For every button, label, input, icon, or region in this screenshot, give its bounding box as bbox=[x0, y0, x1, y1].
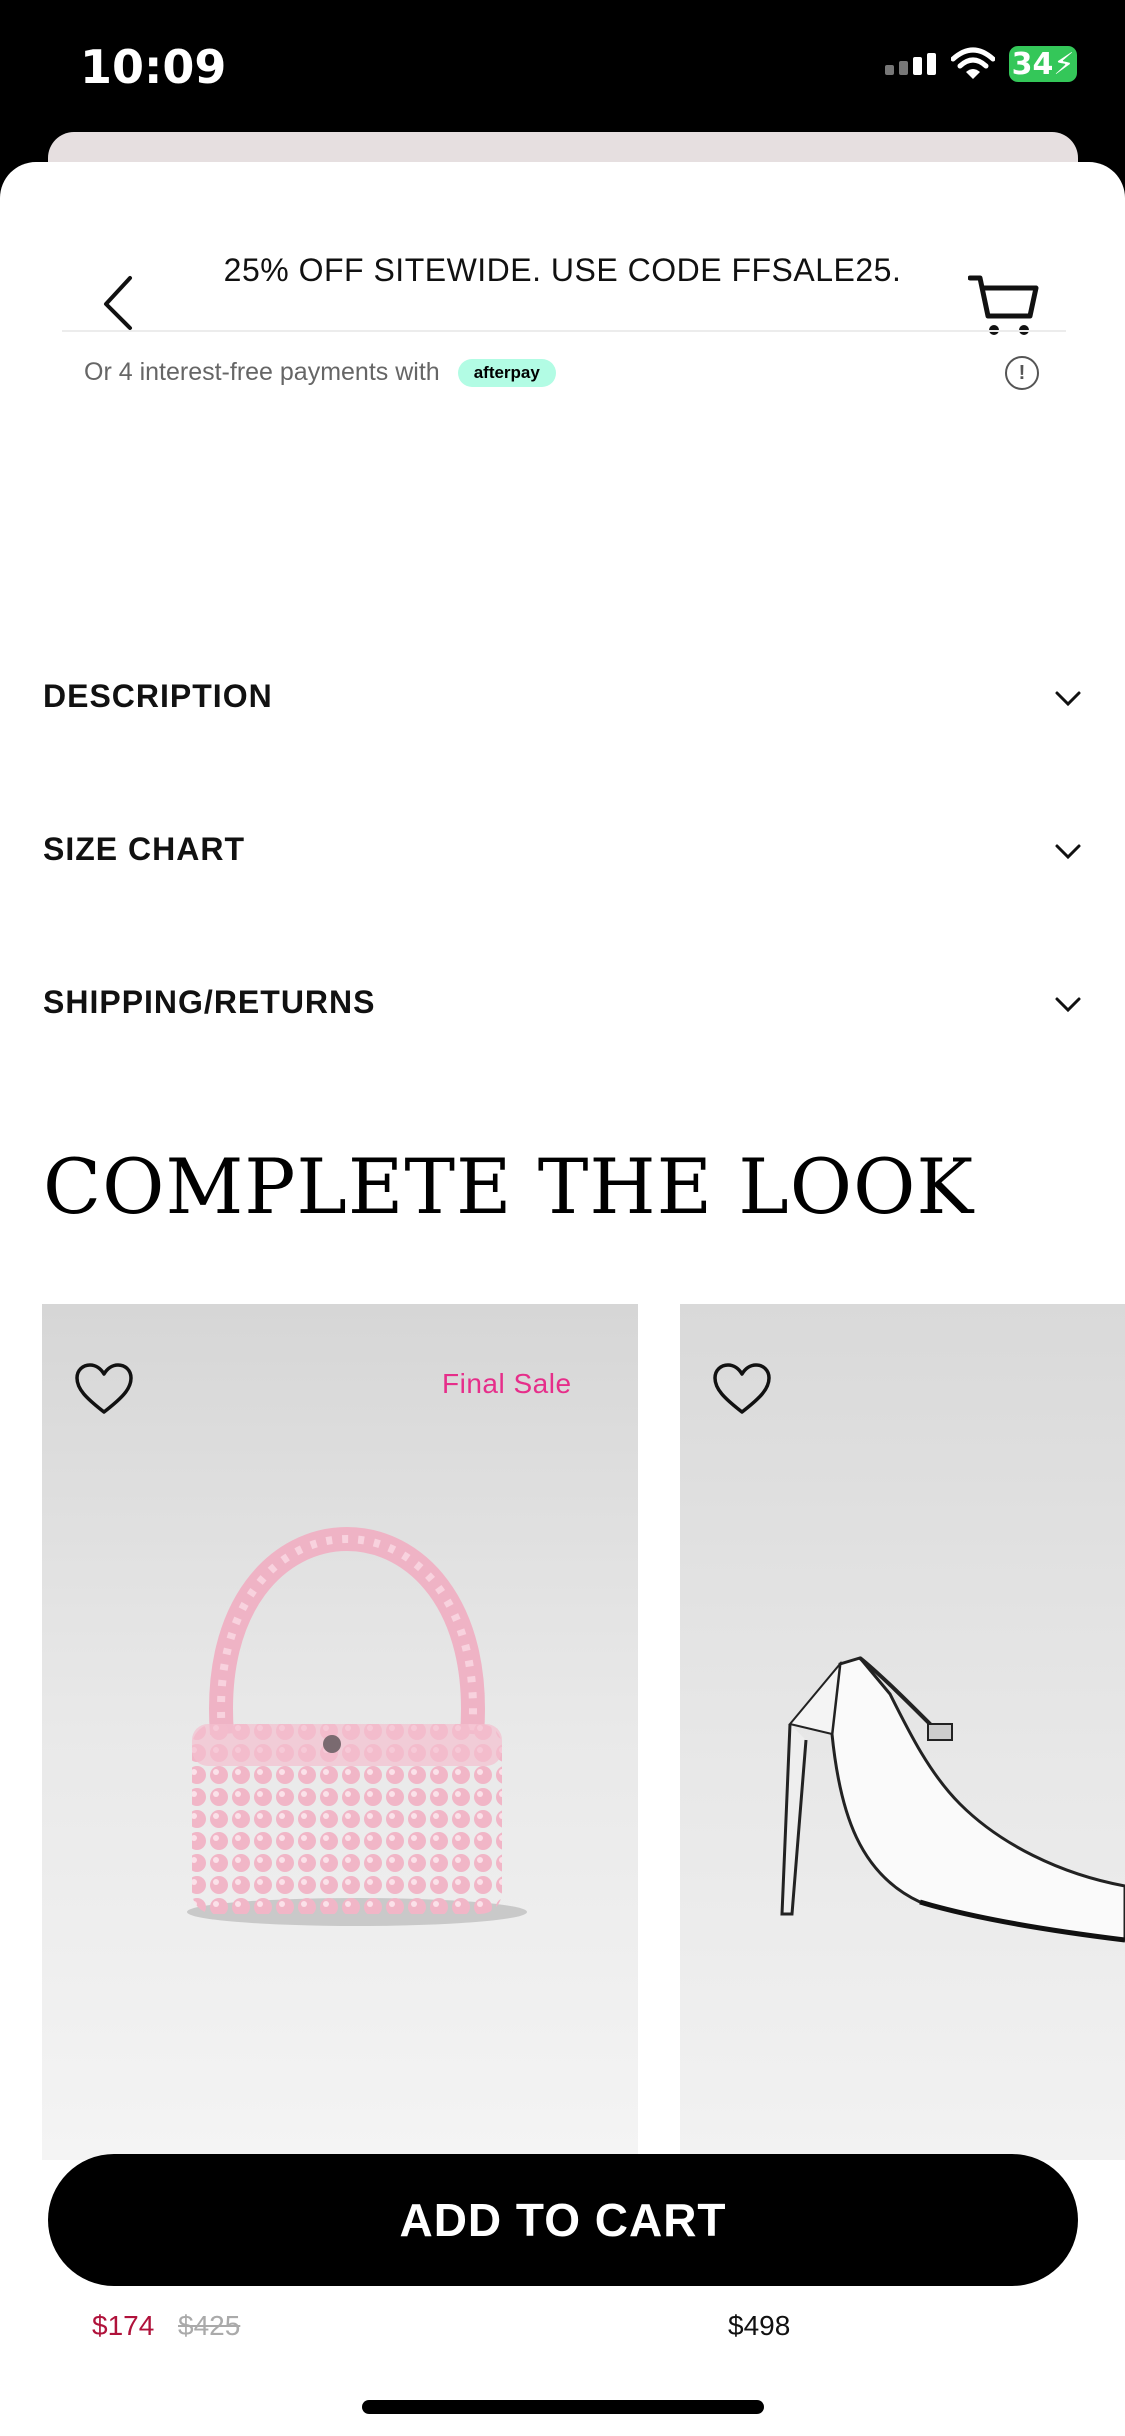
home-indicator bbox=[362, 2400, 764, 2414]
chevron-down-icon bbox=[1055, 844, 1081, 860]
accordion-label: SIZE CHART bbox=[43, 831, 245, 867]
header-divider bbox=[62, 330, 1066, 332]
afterpay-logo: afterpay bbox=[457, 358, 556, 387]
battery-icon: 34 ⚡ bbox=[1009, 46, 1077, 82]
product-1-original-price: $425 bbox=[178, 2310, 241, 2341]
product-1-sale-price: $174 bbox=[92, 2310, 155, 2341]
accordion-shipping-returns[interactable]: SHIPPING/RETURNS bbox=[0, 984, 1125, 1084]
wifi-icon bbox=[951, 47, 995, 79]
product-card-1[interactable]: Final Sale bbox=[42, 1304, 638, 2160]
accordion-label: SHIPPING/RETURNS bbox=[43, 984, 376, 1020]
status-time: 10:09 bbox=[80, 40, 227, 94]
promo-banner[interactable]: 25% OFF SITEWIDE. USE CODE FFSALE25. bbox=[200, 252, 925, 289]
signal-icon bbox=[885, 53, 936, 75]
info-icon[interactable]: ! bbox=[1005, 356, 1039, 390]
afterpay-row: Or 4 interest-free payments with afterpa… bbox=[84, 358, 556, 387]
accordion-size-chart[interactable]: SIZE CHART bbox=[0, 831, 1125, 931]
complete-the-look-title: COMPLETE THE LOOK bbox=[43, 1142, 975, 1231]
battery-level: 34 bbox=[1011, 46, 1054, 82]
chevron-down-icon bbox=[1055, 997, 1081, 1013]
pink-handbag-image bbox=[187, 1527, 527, 1926]
header: 25% OFF SITEWIDE. USE CODE FFSALE25. bbox=[0, 162, 1125, 335]
status-bar: 10:09 34 ⚡ bbox=[0, 0, 1125, 140]
accordion-label: DESCRIPTION bbox=[43, 678, 273, 714]
accordion-description[interactable]: DESCRIPTION bbox=[0, 678, 1125, 778]
final-sale-badge: Final Sale bbox=[442, 1368, 572, 1399]
cart-icon[interactable] bbox=[968, 272, 1040, 338]
product-card-2[interactable] bbox=[680, 1304, 1125, 2160]
heart-icon[interactable] bbox=[712, 1362, 772, 1416]
heart-icon[interactable] bbox=[74, 1362, 134, 1416]
white-slingback-pump-image bbox=[780, 1656, 1125, 1943]
add-to-cart-button[interactable]: ADD TO CART bbox=[48, 2154, 1078, 2286]
afterpay-text: Or 4 interest-free payments with bbox=[84, 358, 440, 386]
status-icons: 34 ⚡ bbox=[885, 46, 1077, 82]
product-2-price: $498 bbox=[728, 2310, 791, 2341]
chevron-down-icon bbox=[1055, 691, 1081, 707]
back-chevron-icon[interactable] bbox=[90, 272, 150, 332]
